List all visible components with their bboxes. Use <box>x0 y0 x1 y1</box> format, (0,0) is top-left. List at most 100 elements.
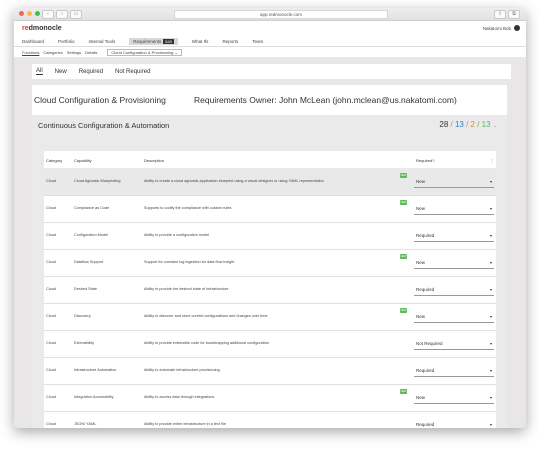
row-capability: Discovery <box>74 314 91 318</box>
required-value: Required <box>416 287 435 292</box>
row-description: Ability to discover and store current co… <box>144 314 268 318</box>
table-row[interactable]: Cloud Dataflow Support Support for constan… <box>44 249 496 277</box>
row-category: Cloud <box>46 368 56 372</box>
table-row[interactable]: Cloud Extensibility Ability to provide ext… <box>44 330 496 358</box>
count-required: 13 <box>481 120 491 129</box>
filter-new[interactable]: New <box>55 69 67 75</box>
caret-down-icon: ▾ <box>489 233 492 238</box>
row-description: Ability to provide the desired state of … <box>144 287 229 291</box>
required-select[interactable]: New ▾ <box>414 308 494 323</box>
section-title[interactable]: Continuous Configuration & Automation <box>38 121 169 130</box>
required-value: New <box>416 179 426 184</box>
collapse-icon[interactable]: ⌄ <box>493 123 497 129</box>
filter-tabs: All New Required Not Required <box>32 64 511 79</box>
row-description: Support for constant log ingestion for d… <box>144 260 235 264</box>
tabs-icon[interactable]: ⧉ <box>508 10 520 19</box>
row-capability: Cloud Agnostic Blueprinting <box>74 179 121 183</box>
required-value: Required <box>416 233 435 238</box>
logo-suffix: dmonocle <box>28 25 62 32</box>
nav-reports[interactable]: Reports <box>222 39 238 44</box>
row-description: Ability to provide extensible code for b… <box>144 341 269 345</box>
requirements-owner: Requirements Owner: John McLean (john.mc… <box>194 95 457 105</box>
capability-section: Continuous Configuration & Automation 28… <box>32 115 507 428</box>
nav-internal-tools[interactable]: Internal Tools <box>89 39 116 44</box>
required-select[interactable]: New ▾ <box>414 200 494 215</box>
minimize-dot[interactable] <box>27 11 32 16</box>
nav-what-ifs[interactable]: What Ifs <box>192 39 209 44</box>
filter-required[interactable]: Required <box>79 69 103 75</box>
nav-portfolio[interactable]: Portfolio <box>58 39 75 44</box>
row-description: Ability to automate infrastructure provi… <box>144 368 220 372</box>
logo[interactable]: redmonocle <box>22 25 62 32</box>
caret-down-icon: ▾ <box>489 422 492 427</box>
required-select[interactable]: Not Required ▾ <box>414 335 494 350</box>
subnav-functions[interactable]: Functions <box>22 50 39 55</box>
url-bar[interactable]: app.redmonocle.com <box>174 10 388 19</box>
forward-icon[interactable]: › <box>56 10 68 19</box>
required-select[interactable]: Required ▾ <box>414 362 494 377</box>
main-content: Cloud Configuration & Provisioning Requi… <box>32 85 507 428</box>
count-total: 28 <box>439 120 449 129</box>
col-description: Description <box>144 158 165 163</box>
row-capability: Dataflow Support <box>74 260 104 264</box>
row-capability: Configuration Model <box>74 233 108 237</box>
required-value: New <box>416 314 426 319</box>
row-category: Cloud <box>46 395 56 399</box>
subnav-categories[interactable]: Categories <box>43 50 62 55</box>
row-capability: Compliance as Code <box>74 206 110 210</box>
nav-team[interactable]: Team <box>252 39 263 44</box>
row-capability: JSON/ YAML <box>74 422 97 426</box>
caret-down-icon: ▾ <box>489 287 492 292</box>
nav-dashboard[interactable]: Dashboard <box>22 39 44 44</box>
table-row[interactable]: Cloud Cloud Agnostic Blueprinting Ability … <box>44 168 496 196</box>
table-row[interactable]: Cloud Configuration Model Ability to provi… <box>44 222 496 250</box>
subnav-details[interactable]: Details <box>85 50 97 55</box>
required-select[interactable]: New ▾ <box>414 389 494 404</box>
col-category: Category <box>46 158 63 163</box>
table-row[interactable]: Cloud Integration Accessibility Ability to… <box>44 384 496 412</box>
table-row[interactable]: Cloud Compliance as Code Supports to codif… <box>44 195 496 223</box>
required-select[interactable]: New ▾ <box>414 173 494 188</box>
share-icon[interactable]: ⇧ <box>494 10 506 19</box>
back-icon[interactable]: ‹ <box>42 10 54 19</box>
row-capability: Desired State <box>74 287 98 291</box>
row-category: Cloud <box>46 206 56 210</box>
filter-all[interactable]: All <box>36 68 43 75</box>
filter-not-required[interactable]: Not Required <box>115 69 150 75</box>
required-value: Required <box>416 422 435 427</box>
maximize-dot[interactable] <box>35 11 40 16</box>
row-description: Ability to provide a configuration model <box>144 233 210 237</box>
chevron-down-icon: ⌄ <box>174 49 178 55</box>
required-select[interactable]: Required ▾ <box>414 227 494 242</box>
required-select[interactable]: New ▾ <box>414 254 494 269</box>
caret-down-icon: ▾ <box>489 206 492 211</box>
row-category: Cloud <box>46 422 56 426</box>
subnav-settings[interactable]: Settings <box>67 50 81 55</box>
table-row[interactable]: Cloud Infrastructure Automation Ability to… <box>44 357 496 385</box>
required-select[interactable]: Required ▾ <box>414 281 494 296</box>
table-row[interactable]: Cloud JSON/ YAML Ability to provide entire… <box>44 411 496 428</box>
required-select[interactable]: Required ▾ <box>414 416 494 428</box>
browser-toolbar: ‹ › ▭ app.redmonocle.com ⇧ ⧉ <box>14 8 526 21</box>
count-new: 13 <box>454 120 464 129</box>
table-row[interactable]: Cloud Discovery Ability to discover and st… <box>44 303 496 331</box>
caret-down-icon: ▾ <box>489 395 492 400</box>
function-select[interactable]: Cloud Configuration & Provisioning ⌄ <box>107 48 182 56</box>
user-name: Nakatomi Bob <box>482 25 511 31</box>
row-capability: Extensibility <box>74 341 95 345</box>
more-icon[interactable]: ⋮ <box>490 158 494 163</box>
url-text: app.redmonocle.com <box>259 12 303 17</box>
row-capability: Infrastructure Automation <box>74 368 117 372</box>
row-category: Cloud <box>46 314 56 318</box>
new-tag: NEW <box>400 389 407 394</box>
close-dot[interactable] <box>19 11 24 16</box>
sidebar-icon[interactable]: ▭ <box>70 10 82 19</box>
table-row[interactable]: Cloud Desired State Ability to provide the… <box>44 276 496 304</box>
capability-table: Category Capability Description Required… <box>44 151 496 428</box>
new-tag: NEW <box>400 200 407 205</box>
nav-requirements[interactable]: Requirements 543 <box>129 37 178 45</box>
nav-requirements-label: Requirements <box>133 38 162 44</box>
user-menu[interactable]: Nakatomi Bob <box>483 25 520 31</box>
requirements-count-badge: 543 <box>163 38 174 44</box>
row-description: Ability to create a cloud agnostic appli… <box>144 179 324 183</box>
